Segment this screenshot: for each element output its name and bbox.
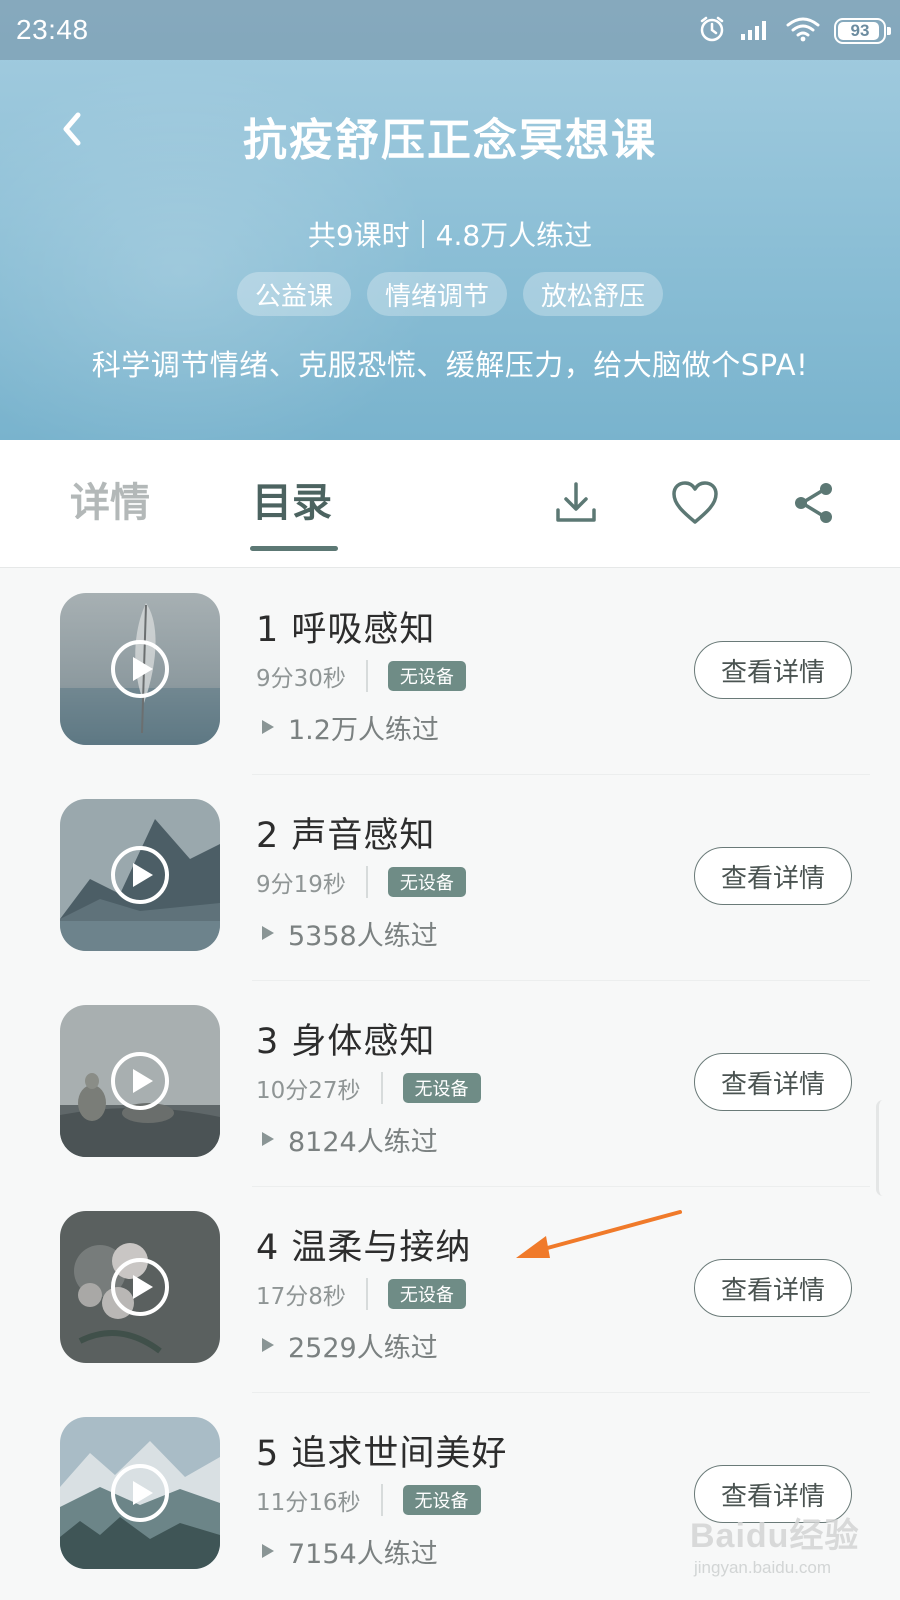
play-count: 8124人练过 bbox=[288, 1126, 438, 1158]
lesson-title: 4 温柔与接纳 bbox=[256, 1228, 472, 1268]
play-count-icon bbox=[262, 1338, 274, 1352]
lesson-duration: 9分19秒 bbox=[256, 872, 346, 898]
equipment-badge: 无设备 bbox=[387, 867, 466, 897]
status-icons: 93 bbox=[698, 14, 891, 48]
lesson-row[interactable]: 3 身体感知 10分27秒 无设备 8124人练过 查看详情 bbox=[0, 981, 900, 1187]
play-icon[interactable] bbox=[111, 640, 169, 698]
tab-details[interactable]: 详情 bbox=[70, 470, 150, 528]
course-subtitle: 科学调节情绪、克服恐慌、缓解压力，给大脑做个SPA! bbox=[91, 348, 809, 382]
battery-icon: 93 bbox=[834, 18, 891, 44]
tab-catalog[interactable]: 目录 bbox=[252, 470, 332, 528]
equipment-badge: 无设备 bbox=[387, 1279, 466, 1309]
share-icon bbox=[795, 483, 832, 523]
lesson-thumbnail[interactable] bbox=[60, 1417, 220, 1569]
play-count-icon bbox=[262, 1132, 274, 1146]
status-time: 23:48 bbox=[16, 14, 89, 45]
tag-relax: 放松舒压 bbox=[523, 272, 664, 316]
battery-level: 93 bbox=[850, 21, 870, 40]
tag-emotion: 情绪调节 bbox=[366, 272, 507, 316]
lesson-meta: 9分19秒 无设备 bbox=[256, 865, 466, 899]
scroll-indicator[interactable] bbox=[876, 1100, 890, 1196]
lesson-title: 1 呼吸感知 bbox=[256, 610, 436, 650]
play-count: 7154人练过 bbox=[288, 1538, 438, 1570]
course-header: 23:48 93 抗疫舒压正念冥想课 共9课时 4.8万人练过 公益课 情绪调节… bbox=[0, 0, 900, 440]
lesson-thumbnail[interactable] bbox=[60, 1211, 220, 1363]
lesson-row[interactable]: 2 声音感知 9分19秒 无设备 5358人练过 查看详情 bbox=[0, 775, 900, 981]
lesson-duration: 10分27秒 bbox=[256, 1078, 361, 1104]
tab-bar: 详情 目录 bbox=[0, 440, 900, 568]
lesson-title: 2 声音感知 bbox=[256, 816, 436, 856]
lesson-plays: 2529人练过 bbox=[262, 1327, 438, 1364]
watermark: Baidu经验 jingyan.baidu.com bbox=[690, 1508, 890, 1588]
wifi-icon bbox=[786, 16, 820, 46]
status-bar: 23:48 93 bbox=[0, 0, 900, 60]
lesson-meta: 10分27秒 无设备 bbox=[256, 1071, 481, 1105]
play-count-icon bbox=[262, 1544, 274, 1558]
meta-divider bbox=[365, 660, 368, 692]
lesson-thumbnail[interactable] bbox=[60, 799, 220, 951]
meta-divider bbox=[380, 1484, 383, 1516]
lesson-thumbnail[interactable] bbox=[60, 593, 220, 745]
view-details-button[interactable]: 查看详情 bbox=[694, 1053, 852, 1111]
course-tags: 公益课 情绪调节 放松舒压 bbox=[0, 272, 900, 316]
tag-public-welfare: 公益课 bbox=[236, 272, 351, 316]
heart-icon bbox=[672, 481, 718, 524]
play-icon[interactable] bbox=[111, 846, 169, 904]
watermark-url: jingyan.baidu.com bbox=[694, 1558, 832, 1577]
lesson-title: 5 追求世间美好 bbox=[256, 1434, 508, 1474]
equipment-badge: 无设备 bbox=[402, 1485, 481, 1515]
meta-divider bbox=[380, 1072, 383, 1104]
alarm-icon bbox=[698, 15, 726, 47]
view-details-button[interactable]: 查看详情 bbox=[694, 847, 852, 905]
back-button[interactable] bbox=[48, 106, 94, 152]
lesson-meta: 17分8秒 无设备 bbox=[256, 1277, 466, 1311]
download-icon bbox=[556, 482, 596, 522]
download-button[interactable] bbox=[549, 476, 603, 530]
practice-count: 4.8万人练过 bbox=[435, 219, 593, 252]
play-count-icon bbox=[262, 926, 274, 940]
play-icon[interactable] bbox=[111, 1464, 169, 1522]
equipment-badge: 无设备 bbox=[387, 661, 466, 691]
lesson-duration: 17分8秒 bbox=[256, 1284, 346, 1310]
lesson-thumbnail[interactable] bbox=[60, 1005, 220, 1157]
view-details-button[interactable]: 查看详情 bbox=[694, 1259, 852, 1317]
lesson-plays: 8124人练过 bbox=[262, 1121, 438, 1158]
lesson-meta: 9分30秒 无设备 bbox=[256, 659, 466, 693]
view-details-button[interactable]: 查看详情 bbox=[694, 641, 852, 699]
chevron-left-icon bbox=[63, 112, 81, 146]
play-icon[interactable] bbox=[111, 1052, 169, 1110]
lesson-plays: 5358人练过 bbox=[262, 915, 438, 952]
watermark-brand: Baidu经验 bbox=[690, 1517, 860, 1555]
play-count-icon bbox=[262, 720, 274, 734]
lesson-duration: 9分30秒 bbox=[256, 666, 346, 692]
annotation-arrow bbox=[516, 1210, 682, 1258]
play-icon[interactable] bbox=[111, 1258, 169, 1316]
play-count: 2529人练过 bbox=[288, 1332, 438, 1364]
lesson-duration: 11分16秒 bbox=[256, 1490, 361, 1516]
lesson-plays: 1.2万人练过 bbox=[262, 709, 439, 746]
lesson-row[interactable]: 4 温柔与接纳 17分8秒 无设备 2529人练过 查看详情 bbox=[0, 1187, 900, 1393]
lesson-title: 3 身体感知 bbox=[256, 1022, 436, 1062]
lesson-meta: 11分16秒 无设备 bbox=[256, 1483, 481, 1517]
page-title: 抗疫舒压正念冥想课 bbox=[243, 115, 657, 166]
course-meta: 共9课时 4.8万人练过 bbox=[0, 214, 900, 254]
active-tab-indicator bbox=[250, 546, 338, 551]
meta-divider bbox=[421, 220, 424, 248]
lesson-row[interactable]: 1 呼吸感知 9分30秒 无设备 1.2万人练过 查看详情 bbox=[0, 569, 900, 775]
lesson-plays: 7154人练过 bbox=[262, 1533, 438, 1570]
share-button[interactable] bbox=[787, 476, 841, 530]
lesson-count: 共9课时 bbox=[307, 219, 410, 252]
meta-divider bbox=[365, 1278, 368, 1310]
meta-divider bbox=[365, 866, 368, 898]
equipment-badge: 无设备 bbox=[402, 1073, 481, 1103]
favorite-button[interactable] bbox=[668, 476, 722, 530]
play-count: 5358人练过 bbox=[288, 920, 438, 952]
play-count: 1.2万人练过 bbox=[288, 714, 439, 746]
signal-icon bbox=[740, 17, 772, 45]
